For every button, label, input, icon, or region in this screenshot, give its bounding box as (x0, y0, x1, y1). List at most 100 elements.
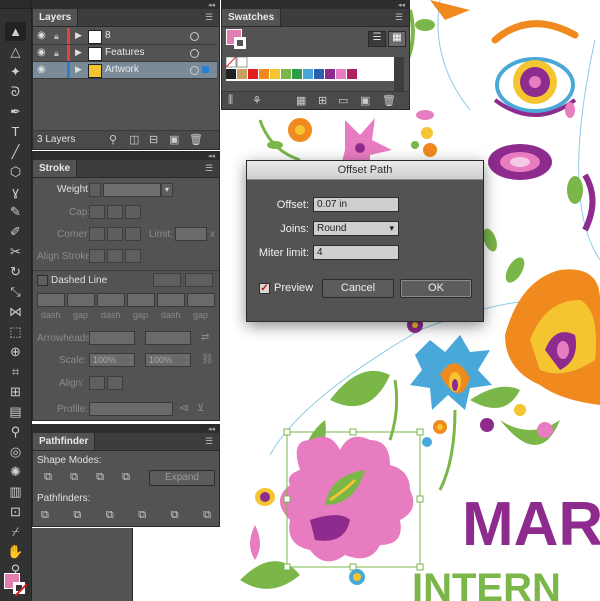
preserve-dash-button[interactable] (153, 273, 181, 287)
column-graph-tool-icon[interactable]: ▥ (5, 482, 26, 501)
start-scale-input[interactable]: 100% (89, 353, 135, 367)
align-inside-button[interactable] (107, 249, 123, 263)
type-tool-icon[interactable]: T (5, 122, 26, 141)
layer-name[interactable]: Artwork (105, 64, 139, 75)
stroke-color-swatch[interactable] (13, 582, 25, 594)
tab-pathfinder[interactable]: Pathfinder (33, 433, 96, 450)
ok-button[interactable]: OK (400, 279, 472, 298)
mesh-tool-icon[interactable]: ⊞ (5, 382, 26, 401)
divide-icon[interactable]: ⧉ (41, 509, 49, 523)
profile-select[interactable] (89, 402, 173, 416)
start-arrowhead-select[interactable] (89, 331, 135, 345)
pen-tool-icon[interactable]: ✒ (5, 102, 26, 121)
round-cap-button[interactable] (107, 205, 123, 219)
layer-name[interactable]: 8 (105, 30, 111, 41)
trash-icon[interactable]: 🗑︎ (189, 133, 203, 146)
swap-arrowheads-icon[interactable]: ⇄ (201, 332, 209, 343)
stroke-panel-collapse[interactable]: ◂◂ (33, 152, 219, 160)
offset-input[interactable]: 0.07 in (313, 197, 399, 212)
round-join-button[interactable] (107, 227, 123, 241)
line-tool-icon[interactable]: ╱ (5, 142, 26, 161)
outline-icon[interactable]: ⧉ (171, 509, 179, 523)
align-outside-button[interactable] (125, 249, 141, 263)
selection-tool-icon[interactable]: ▲ (5, 22, 26, 41)
visibility-eye-icon[interactable]: ◉ (37, 48, 49, 58)
tab-swatches[interactable]: Swatches (222, 9, 282, 26)
limit-input[interactable] (175, 227, 207, 241)
layer-target-icon[interactable] (190, 49, 199, 58)
panel-menu-icon[interactable]: ☰ (205, 13, 215, 22)
make-clipping-mask-icon[interactable]: ◫ (129, 133, 139, 146)
rectangle-tool-icon[interactable]: ⬡ (5, 162, 26, 181)
magic-wand-tool-icon[interactable]: ✦ (5, 62, 26, 81)
fill-stroke-swatch[interactable] (4, 573, 28, 597)
minus-front-icon[interactable]: ⧉ (65, 471, 83, 487)
layer-row[interactable]: ◉ ▶ Artwork (33, 62, 217, 79)
width-tool-icon[interactable]: ⋈ (5, 302, 26, 321)
dash-input[interactable] (157, 293, 185, 307)
lasso-tool-icon[interactable]: ᘐ (5, 82, 26, 101)
list-view-icon[interactable]: ☰ (368, 31, 386, 47)
dashed-line-checkbox[interactable] (37, 275, 48, 286)
miter-limit-input[interactable]: 4 (313, 245, 399, 260)
scale-tool-icon[interactable]: ⤡ (5, 282, 26, 301)
panel-menu-icon[interactable]: ☰ (205, 164, 215, 173)
eyedropper-tool-icon[interactable]: ⚲ (5, 422, 26, 441)
end-scale-input[interactable]: 100% (145, 353, 191, 367)
swatch-fill-stroke-preview[interactable] (226, 29, 248, 51)
expand-button[interactable]: Expand (149, 470, 215, 486)
miter-join-button[interactable] (89, 227, 105, 241)
dash-input[interactable] (37, 293, 65, 307)
flip-along-icon[interactable]: ⧏ (179, 403, 189, 414)
pathfinder-panel-collapse[interactable]: ◂◂ (33, 425, 219, 433)
symbol-sprayer-tool-icon[interactable]: ✺ (5, 462, 26, 481)
link-scale-icon[interactable]: ⛓︎ (201, 354, 214, 365)
layer-row[interactable]: ◉ 🔒︎ ▶ 8 (33, 28, 217, 45)
expand-arrow-icon[interactable]: ▶ (75, 64, 82, 75)
swatches-panel-collapse[interactable]: ◂◂ (222, 1, 409, 9)
locate-object-icon[interactable]: ⚲ (109, 133, 117, 146)
layer-target-icon[interactable] (190, 32, 199, 41)
selected-art-indicator[interactable] (202, 66, 209, 73)
trash-icon[interactable]: 🗑︎ (382, 94, 396, 107)
arrow-tip-beyond-button[interactable] (89, 376, 105, 390)
gap-input[interactable] (127, 293, 155, 307)
arrow-tip-at-end-button[interactable] (107, 376, 123, 390)
new-color-group-icon[interactable]: ⊞ (318, 94, 327, 107)
end-arrowhead-select[interactable] (145, 331, 191, 345)
unite-icon[interactable]: ⧉ (39, 471, 57, 487)
gap-input[interactable] (187, 293, 215, 307)
intersect-icon[interactable]: ⧉ (91, 471, 109, 487)
projecting-cap-button[interactable] (125, 205, 141, 219)
create-sublayer-icon[interactable]: ⊟ (149, 133, 158, 146)
rotate-tool-icon[interactable]: ↻ (5, 262, 26, 281)
visibility-eye-icon[interactable]: ◉ (37, 31, 49, 41)
panel-menu-icon[interactable]: ☰ (395, 13, 405, 22)
butt-cap-button[interactable] (89, 205, 105, 219)
swatch-options-icon[interactable]: ▦ (296, 94, 306, 107)
layer-target-icon[interactable] (190, 66, 199, 75)
weight-dropdown-icon[interactable]: ▾ (161, 183, 173, 197)
exclude-icon[interactable]: ⧉ (117, 471, 135, 487)
folder-icon[interactable]: ▭ (338, 94, 348, 107)
tab-layers[interactable]: Layers (33, 9, 79, 26)
gradient-tool-icon[interactable]: ▤ (5, 402, 26, 421)
tools-panel-grip[interactable] (0, 0, 31, 9)
merge-icon[interactable]: ⧉ (106, 509, 114, 523)
free-transform-tool-icon[interactable]: ⬚ (5, 322, 26, 341)
weight-input[interactable] (103, 183, 161, 197)
pencil-tool-icon[interactable]: ✎ (5, 202, 26, 221)
panel-menu-icon[interactable]: ☰ (205, 437, 215, 446)
expand-arrow-icon[interactable]: ▶ (75, 30, 82, 41)
layer-name[interactable]: Features (105, 47, 144, 58)
show-swatch-kinds-icon[interactable]: ⚘ (252, 94, 262, 107)
direct-selection-tool-icon[interactable]: △ (5, 42, 26, 61)
align-dash-button[interactable] (185, 273, 213, 287)
tab-stroke[interactable]: Stroke (33, 160, 78, 177)
visibility-eye-icon[interactable]: ◉ (37, 65, 49, 75)
slice-tool-icon[interactable]: ⌿ (5, 522, 26, 541)
bevel-join-button[interactable] (125, 227, 141, 241)
hand-tool-icon[interactable]: ✋ (5, 542, 26, 561)
expand-arrow-icon[interactable]: ▶ (75, 47, 82, 58)
minus-back-icon[interactable]: ⧉ (203, 509, 211, 523)
